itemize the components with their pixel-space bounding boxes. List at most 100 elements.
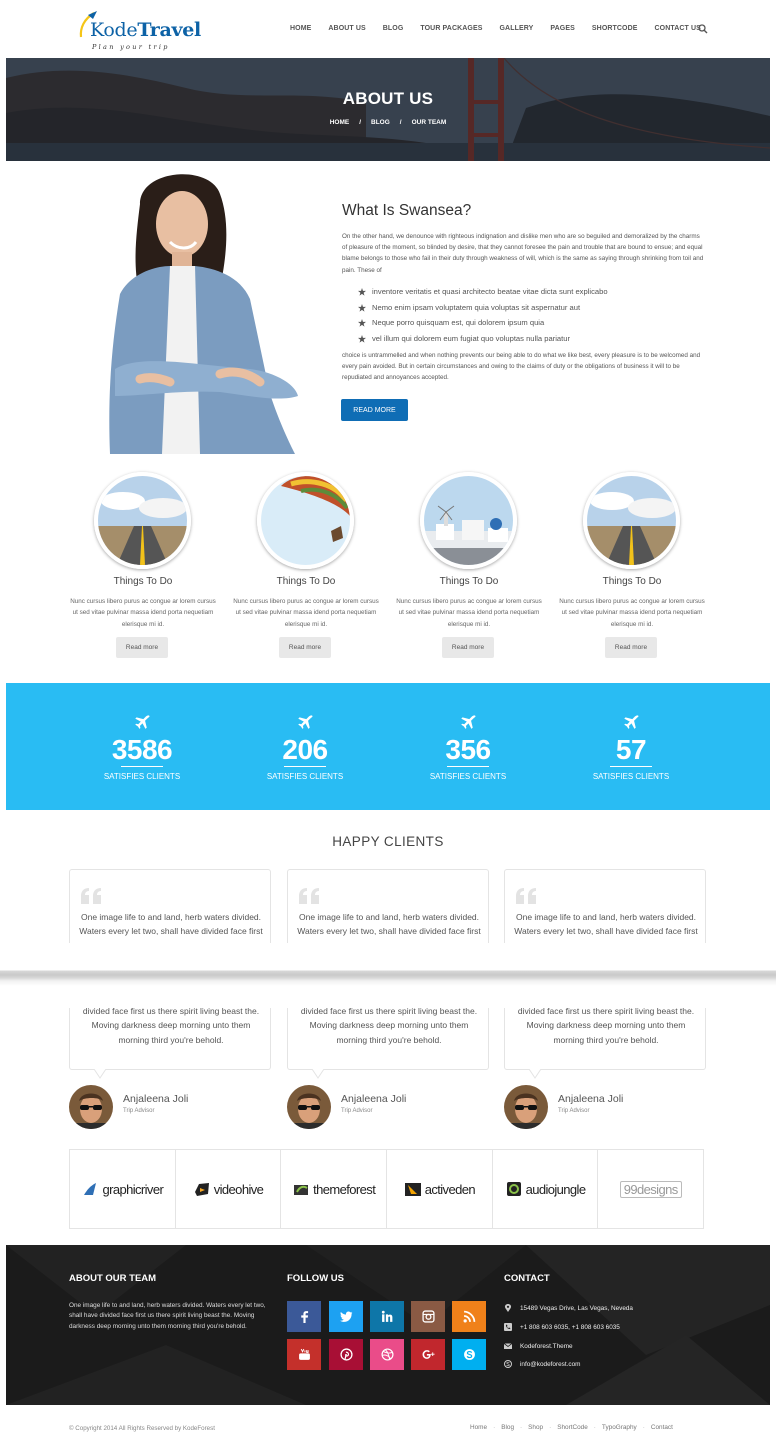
brand-activeden[interactable]: activeden xyxy=(387,1150,493,1228)
bottom-link-home[interactable]: Home xyxy=(470,1424,487,1431)
brand-graphicriver[interactable]: graphicriver xyxy=(70,1150,176,1228)
bottom-link-shortcode[interactable]: ShortCode xyxy=(557,1424,588,1431)
contact-mail-text[interactable]: Kodeforest.Theme xyxy=(520,1343,573,1350)
testimonial-card-bottom: divided face first us there spirit livin… xyxy=(69,1008,271,1070)
brand-name: themeforest xyxy=(313,1181,376,1197)
stat-counter: 3586 SATISFIES CLIENTS xyxy=(72,714,212,781)
footer-contact-title: CONTACT xyxy=(504,1273,550,1284)
copyright-text: © Copyright 2014 All Rights Reserved by … xyxy=(69,1425,215,1432)
facebook-button[interactable] xyxy=(287,1301,321,1332)
quote-icon xyxy=(299,888,319,904)
footer-follow-title: FOLLOW US xyxy=(287,1273,344,1284)
brand-audiojungle[interactable]: audiojungle xyxy=(493,1150,599,1228)
client-role: Trip Advisor xyxy=(123,1108,155,1114)
logo[interactable]: KodeTravel Plan your trip xyxy=(78,10,201,51)
activeden-logo-icon xyxy=(404,1183,421,1196)
search-icon[interactable] xyxy=(698,24,708,34)
linkedin-button[interactable] xyxy=(370,1301,404,1332)
stat-label: SATISFIES CLIENTS xyxy=(429,772,507,781)
thing-card: Things To Do Nunc cursus libero purus ac… xyxy=(232,472,380,664)
youtube-button[interactable] xyxy=(287,1339,321,1370)
nav-blog[interactable]: BLOG xyxy=(383,25,404,37)
rss-button[interactable] xyxy=(452,1301,486,1332)
about-paragraph-1: On the other hand, we denounce with righ… xyxy=(342,233,704,274)
brand-99designs[interactable]: 99designs xyxy=(598,1150,703,1228)
thing-image-santorini xyxy=(420,472,517,569)
bullet-text: Neque porro quisquam est, qui dolorem ip… xyxy=(372,318,545,328)
rss-icon xyxy=(463,1310,475,1323)
bottom-link-blog[interactable]: Blog xyxy=(501,1424,514,1431)
read-more-button[interactable]: READ MORE xyxy=(341,399,408,421)
bottom-link-contact[interactable]: Contact xyxy=(651,1424,673,1431)
dribbble-button[interactable] xyxy=(370,1339,404,1370)
nav-separator: · xyxy=(642,1424,645,1431)
client-person: Anjaleena Joli Trip Advisor xyxy=(504,1085,684,1131)
brand-videohive[interactable]: videohive xyxy=(176,1150,282,1228)
testimonial-text: divided face first us there spirit livin… xyxy=(517,1008,695,1045)
avatar xyxy=(287,1085,331,1129)
thing-read-more-button[interactable]: Read more xyxy=(279,637,331,658)
contact-address: 15489 Vegas Drive, Las Vegas, Neveda xyxy=(504,1302,633,1314)
nav-tour-packages[interactable]: TOUR PACKAGES xyxy=(420,25,482,37)
brand-name: 99designs xyxy=(619,1180,682,1198)
nav-about-us[interactable]: ABOUT US xyxy=(328,25,365,37)
nav-pages[interactable]: PAGES xyxy=(550,25,575,37)
airplane-icon xyxy=(460,715,476,729)
thing-title: Things To Do xyxy=(113,576,173,587)
stat-value: 57 xyxy=(615,734,647,765)
nav-shortcode[interactable]: SHORTCODE xyxy=(592,25,638,37)
airplane-icon xyxy=(623,715,639,729)
star-icon xyxy=(358,319,366,328)
instagram-button[interactable] xyxy=(411,1301,445,1332)
contact-email-text[interactable]: info@kodeforest.com xyxy=(520,1361,580,1368)
breadcrumb: HOME / BLOG / OUR TEAM xyxy=(6,119,770,126)
bullet-text: vel illum qui dolorem eum fugiat quo vol… xyxy=(372,334,570,344)
bottom-link-shop[interactable]: Shop xyxy=(528,1424,543,1431)
star-icon xyxy=(358,303,366,312)
skype-button[interactable] xyxy=(452,1339,486,1370)
pinterest-button[interactable] xyxy=(329,1339,363,1370)
client-name: Anjaleena Joli xyxy=(558,1093,624,1105)
brand-name: activeden xyxy=(424,1181,476,1197)
facebook-icon xyxy=(300,1311,308,1323)
twitter-button[interactable] xyxy=(329,1301,363,1332)
pinterest-icon xyxy=(339,1348,353,1361)
main-nav: HOME ABOUT US BLOG TOUR PACKAGES GALLERY… xyxy=(290,24,718,37)
testimonial-text: One image life to and land, herb waters … xyxy=(514,912,698,943)
logo-travel: Travel xyxy=(137,19,201,41)
thing-read-more-button[interactable]: Read more xyxy=(605,637,657,658)
breadcrumb-separator: / xyxy=(399,119,402,126)
bottom-nav: Home · Blog · Shop · ShortCode · TypoGra… xyxy=(470,1424,673,1431)
partner-logos: graphicriver videohive themeforest activ… xyxy=(69,1149,704,1229)
google-plus-button[interactable] xyxy=(411,1339,445,1370)
nav-contact-us[interactable]: CONTACT US xyxy=(655,25,701,37)
bullet-item: inventore veritatis et quasi architecto … xyxy=(358,284,608,300)
client-person: Anjaleena Joli Trip Advisor xyxy=(287,1085,467,1131)
bullet-item: vel illum qui dolorem eum fugiat quo vol… xyxy=(358,331,608,347)
avatar xyxy=(504,1085,548,1129)
thing-description: Nunc cursus libero purus ac congue ar lo… xyxy=(559,598,705,628)
stat-value: 356 xyxy=(445,734,491,765)
thing-description: Nunc cursus libero purus ac congue ar lo… xyxy=(233,598,379,628)
client-role: Trip Advisor xyxy=(558,1108,590,1114)
breadcrumb-blog[interactable]: BLOG xyxy=(371,119,390,126)
contact-address-text: 15489 Vegas Drive, Las Vegas, Neveda xyxy=(520,1304,633,1312)
bottom-link-typography[interactable]: TypoGraphy xyxy=(602,1424,637,1431)
nav-gallery[interactable]: GALLERY xyxy=(500,25,534,37)
stat-counter: 206 SATISFIES CLIENTS xyxy=(235,714,375,781)
page: KodeTravel Plan your trip HOME ABOUT US … xyxy=(0,0,776,1447)
nav-home[interactable]: HOME xyxy=(290,25,311,37)
happy-clients-title: HAPPY CLIENTS xyxy=(332,834,444,849)
testimonial-text: One image life to and land, herb waters … xyxy=(79,912,263,943)
nav-separator: · xyxy=(520,1424,523,1431)
instagram-icon xyxy=(421,1310,435,1323)
stat-value: 3586 xyxy=(111,734,173,765)
testimonial-card-top: One image life to and land, herb waters … xyxy=(504,869,706,943)
airplane-icon xyxy=(134,715,150,729)
about-paragraph-2: choice is untrammelled and when nothing … xyxy=(342,352,701,382)
team-member-photo xyxy=(109,174,298,454)
breadcrumb-home[interactable]: HOME xyxy=(330,119,350,126)
thing-read-more-button[interactable]: Read more xyxy=(116,637,168,658)
brand-themeforest[interactable]: themeforest xyxy=(281,1150,388,1228)
thing-read-more-button[interactable]: Read more xyxy=(442,637,494,658)
